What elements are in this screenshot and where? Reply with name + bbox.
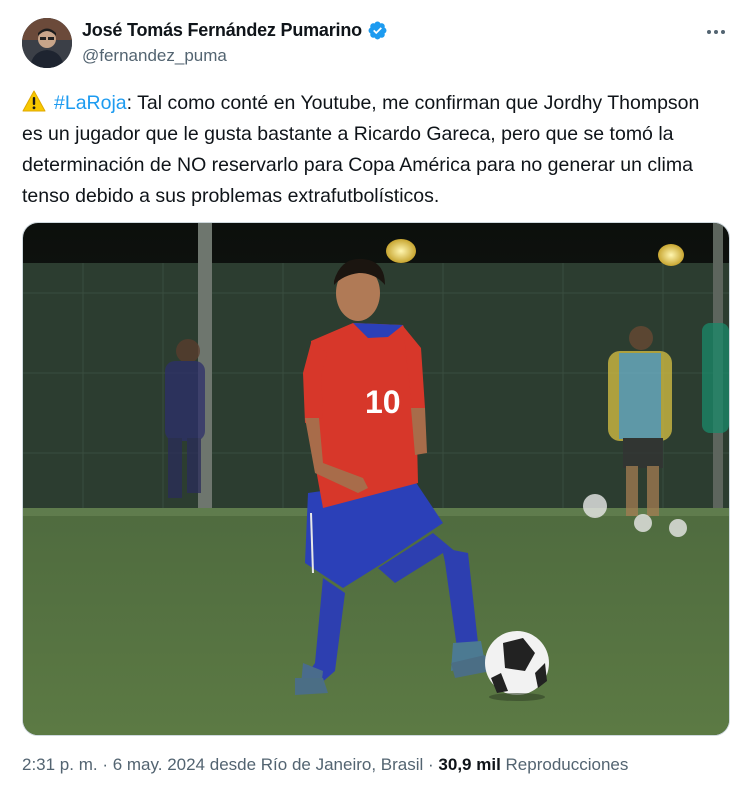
- tweet-time: 2:31 p. m.: [22, 755, 98, 774]
- verified-badge-icon[interactable]: [367, 20, 388, 41]
- timestamp-link[interactable]: 2:31 p. m. · 6 may. 2024: [22, 755, 205, 774]
- location-prefix: desde: [205, 755, 261, 774]
- views-label[interactable]: Reproducciones: [506, 755, 629, 774]
- separator: ·: [423, 755, 439, 774]
- tweet-photo[interactable]: 10: [22, 222, 730, 736]
- tweet-date: 6 may. 2024: [112, 755, 206, 774]
- author-handle[interactable]: @fernandez_puma: [82, 46, 227, 66]
- author-name-row: José Tomás Fernández Pumarino: [82, 20, 388, 41]
- jersey-number: 10: [365, 384, 401, 420]
- hashtag-link[interactable]: #LaRoja: [54, 92, 127, 114]
- views-count: 30,9 mil: [438, 755, 501, 774]
- warning-icon: [22, 90, 48, 112]
- tweet-location: Río de Janeiro, Brasil: [260, 755, 424, 774]
- ellipsis-icon: [707, 30, 725, 34]
- tweet-text: #LaRoja: Tal como conté en Youtube, me c…: [22, 88, 722, 212]
- tweet-card: José Tomás Fernández Pumarino @fernandez…: [0, 0, 746, 796]
- tweet-metadata: 2:31 p. m. · 6 may. 2024 desde Río de Ja…: [22, 755, 628, 775]
- more-options-button[interactable]: [704, 20, 728, 44]
- avatar[interactable]: [22, 18, 72, 68]
- author-display-name[interactable]: José Tomás Fernández Pumarino: [82, 20, 362, 41]
- separator: ·: [97, 755, 113, 774]
